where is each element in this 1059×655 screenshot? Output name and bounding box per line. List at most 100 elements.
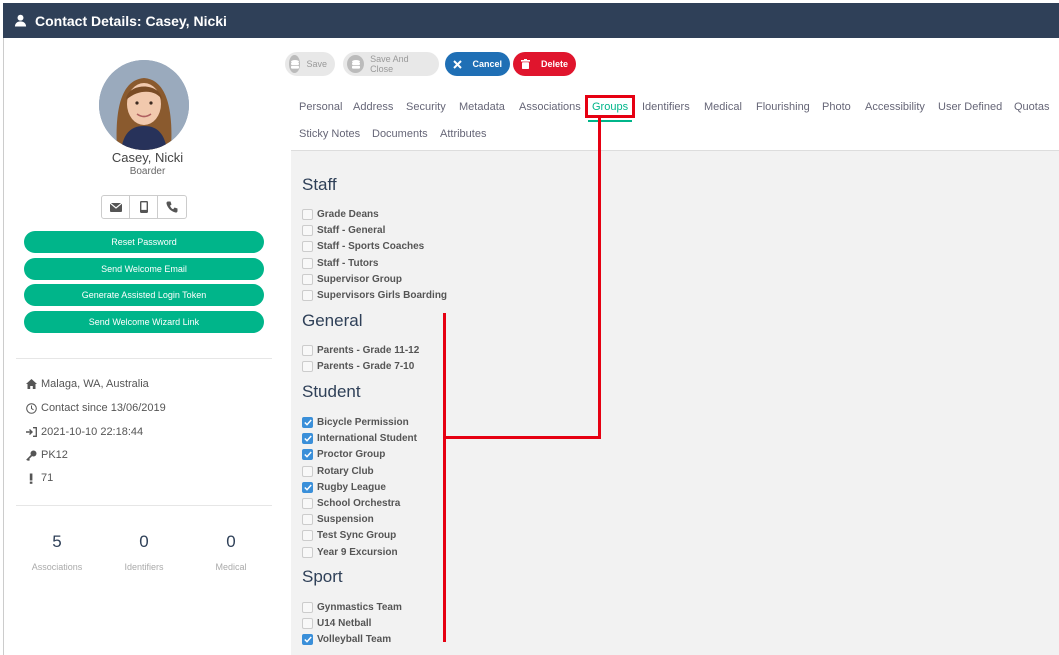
key-icon (26, 450, 37, 461)
checkbox-unchecked[interactable] (302, 225, 313, 237)
groups-panel: Staff Grade Deans Staff - General Staff - … (291, 151, 1059, 655)
checkbox-unchecked[interactable] (302, 241, 313, 253)
mobile-icon[interactable] (130, 196, 158, 218)
group-label: Rotary Club (317, 465, 374, 477)
tab-associations[interactable]: Associations (519, 101, 581, 113)
tab-metadata[interactable]: Metadata (459, 101, 505, 113)
avatar[interactable] (99, 60, 189, 150)
group-checkbox-row[interactable]: Year 9 Excursion (302, 546, 398, 558)
group-checkbox-row[interactable]: Test Sync Group (302, 530, 396, 542)
checkbox-checked[interactable] (302, 417, 313, 428)
profile-name: Casey, Nicki (111, 150, 184, 165)
checkbox-unchecked[interactable] (302, 361, 313, 373)
checkbox-unchecked[interactable] (302, 345, 313, 356)
sign-in-icon (26, 427, 37, 437)
stat-identifiers[interactable]: 0 Identifiers (104, 532, 184, 572)
tab-user-defined[interactable]: User Defined (938, 101, 1002, 113)
tab-medical[interactable]: Medical (704, 101, 742, 113)
group-label: Staff - Sports Coaches (317, 241, 425, 253)
checkbox-unchecked[interactable] (302, 273, 313, 285)
phone-icon[interactable] (158, 196, 186, 218)
checkbox-unchecked[interactable] (302, 465, 313, 477)
group-label: Bicycle Permission (317, 417, 409, 428)
email-icon[interactable] (102, 196, 130, 218)
tab-sticky-notes[interactable]: Sticky Notes (299, 128, 360, 140)
group-checkbox-row[interactable]: International Student (302, 433, 417, 445)
group-checkbox-row[interactable]: Supervisor Group (302, 273, 402, 285)
checkbox-checked[interactable] (302, 481, 313, 493)
checkbox-checked[interactable] (302, 433, 313, 445)
group-checkbox-row[interactable]: Rotary Club (302, 465, 374, 477)
group-checkbox-row[interactable]: Bicycle Permission (302, 417, 409, 428)
annotation-line (598, 118, 601, 439)
contact-icon-group (101, 195, 187, 219)
tab-identifiers[interactable]: Identifiers (642, 101, 690, 113)
stat-medical[interactable]: 0 Medical (191, 532, 271, 572)
save-label: Save (306, 59, 327, 69)
section-staff: Staff (302, 175, 337, 194)
tab-attributes[interactable]: Attributes (440, 128, 486, 140)
checkbox-unchecked[interactable] (302, 290, 313, 301)
checkbox-checked[interactable] (302, 449, 313, 461)
tab-documents[interactable]: Documents (372, 128, 428, 140)
group-checkbox-row[interactable]: U14 Netball (302, 618, 371, 630)
info-key: PK12 (26, 449, 68, 461)
save-button[interactable]: Save (285, 52, 335, 76)
group-checkbox-row[interactable]: Volleyball Team (302, 634, 391, 646)
save-and-close-button[interactable]: Save And Close (343, 52, 439, 76)
group-checkbox-row[interactable]: Staff - Tutors (302, 257, 378, 269)
info-alert: 71 (26, 472, 53, 484)
tab-personal[interactable]: Personal (299, 101, 342, 113)
group-checkbox-row[interactable]: Rugby League (302, 481, 386, 493)
annotation-box (585, 95, 635, 118)
stat-associations[interactable]: 5 Associations (17, 532, 97, 572)
tab-photo[interactable]: Photo (822, 101, 851, 113)
checkbox-unchecked[interactable] (302, 514, 313, 526)
tab-security[interactable]: Security (406, 101, 446, 113)
profile-panel: Casey, Nicki Boarder Reset Password Send… (4, 38, 291, 655)
divider (16, 358, 272, 359)
group-label: International Student (317, 433, 417, 445)
stat-value: 0 (226, 532, 236, 551)
send-welcome-wizard-button[interactable]: Send Welcome Wizard Link (24, 311, 264, 333)
checkbox-unchecked[interactable] (302, 618, 313, 630)
reset-password-button[interactable]: Reset Password (24, 231, 264, 253)
group-checkbox-row[interactable]: Parents - Grade 7-10 (302, 361, 414, 373)
key-text: PK12 (41, 449, 68, 461)
group-checkbox-row[interactable]: Grade Deans (302, 209, 379, 220)
generate-login-token-button[interactable]: Generate Assisted Login Token (24, 284, 264, 306)
group-label: Gynmastics Team (317, 602, 402, 613)
stat-label: Identifiers (124, 562, 164, 572)
group-checkbox-row[interactable]: Staff - Sports Coaches (302, 241, 425, 253)
group-checkbox-row[interactable]: Parents - Grade 11-12 (302, 345, 419, 356)
info-last-login: 2021-10-10 22:18:44 (26, 426, 143, 438)
group-checkbox-row[interactable]: Suspension (302, 514, 374, 526)
group-checkbox-row[interactable]: Proctor Group (302, 449, 385, 461)
group-checkbox-row[interactable]: Gynmastics Team (302, 602, 402, 613)
send-welcome-email-button[interactable]: Send Welcome Email (24, 258, 264, 280)
cancel-button[interactable]: Cancel (445, 52, 510, 76)
tab-address[interactable]: Address (353, 101, 393, 113)
tab-flourishing[interactable]: Flourishing (756, 101, 810, 113)
delete-button[interactable]: Delete (513, 52, 576, 76)
window-titlebar: Contact Details: Casey, Nicki (3, 3, 1059, 38)
info-location: Malaga, WA, Australia (26, 378, 149, 390)
alert-text: 71 (41, 472, 54, 484)
checkbox-unchecked[interactable] (302, 602, 313, 613)
group-checkbox-row[interactable]: School Orchestra (302, 498, 400, 509)
checkbox-unchecked[interactable] (302, 546, 313, 558)
checkbox-checked[interactable] (302, 634, 313, 646)
group-checkbox-row[interactable]: Supervisors Girls Boarding (302, 290, 447, 301)
location-text: Malaga, WA, Australia (41, 378, 149, 390)
checkbox-unchecked[interactable] (302, 530, 313, 542)
checkbox-unchecked[interactable] (302, 257, 313, 269)
group-label: Parents - Grade 11-12 (317, 345, 420, 356)
group-checkbox-row[interactable]: Staff - General (302, 225, 386, 237)
stat-value: 0 (139, 532, 149, 551)
group-label: Staff - General (317, 225, 386, 237)
checkbox-unchecked[interactable] (302, 498, 313, 509)
tab-accessibility[interactable]: Accessibility (865, 101, 925, 113)
checkbox-unchecked[interactable] (302, 209, 313, 220)
stat-label: Medical (215, 562, 247, 572)
tab-quotas[interactable]: Quotas (1014, 101, 1049, 113)
